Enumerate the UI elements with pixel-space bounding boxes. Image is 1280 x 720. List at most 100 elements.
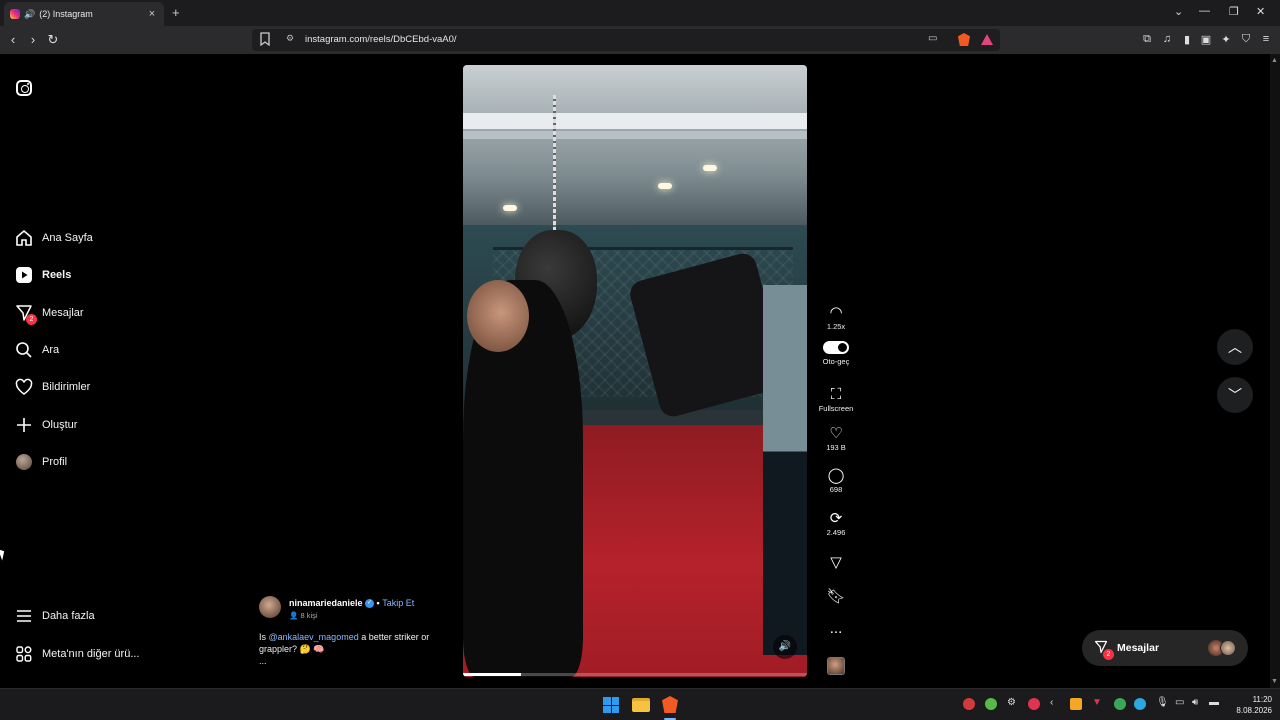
home-icon xyxy=(14,228,34,248)
brave-rewards-icon[interactable] xyxy=(981,34,993,45)
messages-floating-button[interactable]: 2 Mesajlar xyxy=(1082,630,1248,666)
clock-time: 11:20 xyxy=(1252,695,1272,704)
page-scrollbar[interactable]: ▲ ▼ xyxy=(1270,54,1280,688)
sidebar-item-notifications[interactable]: Bildirimler xyxy=(14,372,224,402)
microphone-icon[interactable]: 🎙︎ xyxy=(1156,697,1169,708)
caption-more-button[interactable]: ... xyxy=(259,656,267,666)
volume-icon[interactable]: 🔊︎ xyxy=(1192,697,1198,708)
caption-mention[interactable]: @ankalaev_magomed xyxy=(269,632,359,642)
sidebar-item-label: Ana Sayfa xyxy=(42,232,93,244)
scroll-down-arrow-icon[interactable]: ▼ xyxy=(1271,678,1278,685)
forward-button[interactable]: › xyxy=(25,32,41,48)
sidebar-item-label: Meta'nın diğer ürü... xyxy=(42,648,140,660)
brave-taskbar-button[interactable] xyxy=(660,695,680,715)
sidebar-item-meta-products[interactable]: Meta'nın diğer ürü... xyxy=(14,639,224,669)
new-tab-button[interactable]: + xyxy=(172,5,180,20)
tray-app-icon[interactable] xyxy=(985,698,997,710)
brave-shields-icon[interactable] xyxy=(958,33,970,46)
minimize-button[interactable]: — xyxy=(1199,5,1210,17)
sidebar-item-more[interactable]: Daha fazla xyxy=(14,601,224,631)
hamburger-menu-icon xyxy=(14,606,34,626)
start-button[interactable] xyxy=(601,695,621,715)
video-progress-bar[interactable] xyxy=(463,673,807,676)
extensions-icon[interactable]: ⧉ xyxy=(1140,33,1154,46)
tray-app-icon[interactable] xyxy=(1114,698,1126,710)
tab-list-chevron-icon[interactable]: ⌄ xyxy=(1174,5,1183,18)
sidebar-item-home[interactable]: Ana Sayfa xyxy=(14,223,224,253)
share-button[interactable]: ▽ xyxy=(814,554,858,572)
bookmark-icon[interactable] xyxy=(260,32,270,46)
username[interactable]: ninamariedaniele xyxy=(289,598,363,608)
tray-app-icon[interactable] xyxy=(1070,698,1082,710)
sidebar-item-label: Ara xyxy=(42,344,60,356)
wallet-icon[interactable]: ▣ xyxy=(1199,33,1213,46)
instagram-logo-icon[interactable] xyxy=(16,80,32,96)
heart-icon: ♡ xyxy=(829,425,843,442)
playback-speed-button[interactable]: ◠ 1.25x xyxy=(814,304,858,331)
site-settings-icon[interactable]: ⚙ xyxy=(286,33,294,44)
sidebar-icon[interactable]: ▮ xyxy=(1180,33,1194,46)
tray-shield-icon[interactable]: ▼ xyxy=(1092,697,1102,708)
messages-label: Mesajlar xyxy=(1117,642,1160,654)
windows-logo-icon xyxy=(603,697,619,713)
sidebar-item-reels[interactable]: Reels xyxy=(14,260,224,290)
tray-app-icon[interactable] xyxy=(963,698,975,710)
sidebar-item-create[interactable]: Oluştur xyxy=(14,410,224,440)
next-reel-button[interactable]: ﹀ xyxy=(1217,377,1253,413)
send-icon: ▽ xyxy=(830,554,842,571)
scroll-up-arrow-icon[interactable]: ▲ xyxy=(1271,57,1278,64)
heart-icon xyxy=(14,377,34,397)
video-progress-fill xyxy=(463,673,522,676)
leo-ai-icon[interactable]: ✦ xyxy=(1219,33,1233,46)
sidebar-item-profile[interactable]: Profil xyxy=(14,447,224,477)
battery-icon[interactable]: ▬ xyxy=(1209,697,1219,708)
browser-tab[interactable]: 🔊 (2) Instagram × xyxy=(4,2,164,26)
tab-close-icon[interactable]: × xyxy=(146,8,158,20)
volume-icon[interactable]: 🔊 xyxy=(773,635,797,659)
menu-icon[interactable]: ≡ xyxy=(1259,33,1273,45)
video-scene-light xyxy=(658,183,672,189)
previous-reel-button[interactable]: ︿ xyxy=(1217,329,1253,365)
vpn-icon[interactable]: ⛉ xyxy=(1239,33,1253,46)
tray-app-icon[interactable] xyxy=(1134,698,1146,710)
sidebar-item-label: Bildirimler xyxy=(42,381,91,393)
tagged-people[interactable]: 👤 8 kişi xyxy=(289,611,318,620)
save-button[interactable]: 🔖︎ xyxy=(814,588,858,606)
reel-actions: ◠ 1.25x Oto-geç ⛶ Fullscreen ♡ 193 B ◯ 6… xyxy=(814,54,858,688)
sidebar-item-messages[interactable]: 2 Mesajlar xyxy=(14,298,224,328)
address-bar[interactable]: ⚙ instagram.com/reels/DbCEbd-vaA0/ ▭ xyxy=(252,29,1000,51)
repost-button[interactable]: ⟳ 2.496 xyxy=(814,510,858,537)
follow-button[interactable]: Takip Et xyxy=(382,598,414,608)
like-button[interactable]: ♡ 193 B xyxy=(814,425,858,452)
reload-button[interactable]: ↻ xyxy=(45,32,61,48)
maximize-button[interactable]: ❐ xyxy=(1229,5,1239,18)
sidebar-item-search[interactable]: Ara xyxy=(14,335,224,365)
chevron-up-icon: ︿ xyxy=(1228,339,1242,355)
video-scene-beam xyxy=(463,131,807,139)
tray-settings-icon[interactable]: ⚙ xyxy=(1007,697,1016,708)
comment-button[interactable]: ◯ 698 xyxy=(814,467,858,494)
avatar[interactable] xyxy=(259,596,281,618)
browser-tab-bar: 🔊 (2) Instagram × + ⌄ — ❐ ✕ xyxy=(0,0,1280,26)
taskbar-clock[interactable]: 11:20 8.08.2026 xyxy=(1228,694,1272,716)
autoplay-toggle[interactable]: Oto-geç xyxy=(814,341,858,366)
reel-video[interactable]: 🔊 xyxy=(463,65,807,677)
more-options-button[interactable]: ... xyxy=(814,620,858,638)
video-scene-light xyxy=(703,165,717,171)
cast-icon[interactable]: ▭ xyxy=(928,33,937,44)
speedometer-icon: ◠ xyxy=(829,304,843,321)
close-window-button[interactable]: ✕ xyxy=(1256,5,1265,18)
audio-playing-icon[interactable]: 🔊 xyxy=(24,9,35,20)
network-icon[interactable]: ▭ xyxy=(1175,697,1184,708)
sidebar: Ana Sayfa Reels 2 Mesajlar Ara Bildiriml… xyxy=(0,54,240,688)
playback-speed-value: 1.25x xyxy=(826,322,846,331)
search-icon xyxy=(14,340,34,360)
file-explorer-button[interactable] xyxy=(631,695,651,715)
media-icon[interactable]: ♫ xyxy=(1160,33,1174,45)
back-button[interactable]: ‹ xyxy=(5,32,21,48)
fullscreen-button[interactable]: ⛶ Fullscreen xyxy=(814,386,858,413)
tray-chevron-icon[interactable]: ‹ xyxy=(1050,697,1053,708)
audio-thumbnail[interactable] xyxy=(814,657,858,675)
url-text[interactable]: instagram.com/reels/DbCEbd-vaA0/ xyxy=(305,34,457,45)
tray-app-icon[interactable] xyxy=(1028,698,1040,710)
